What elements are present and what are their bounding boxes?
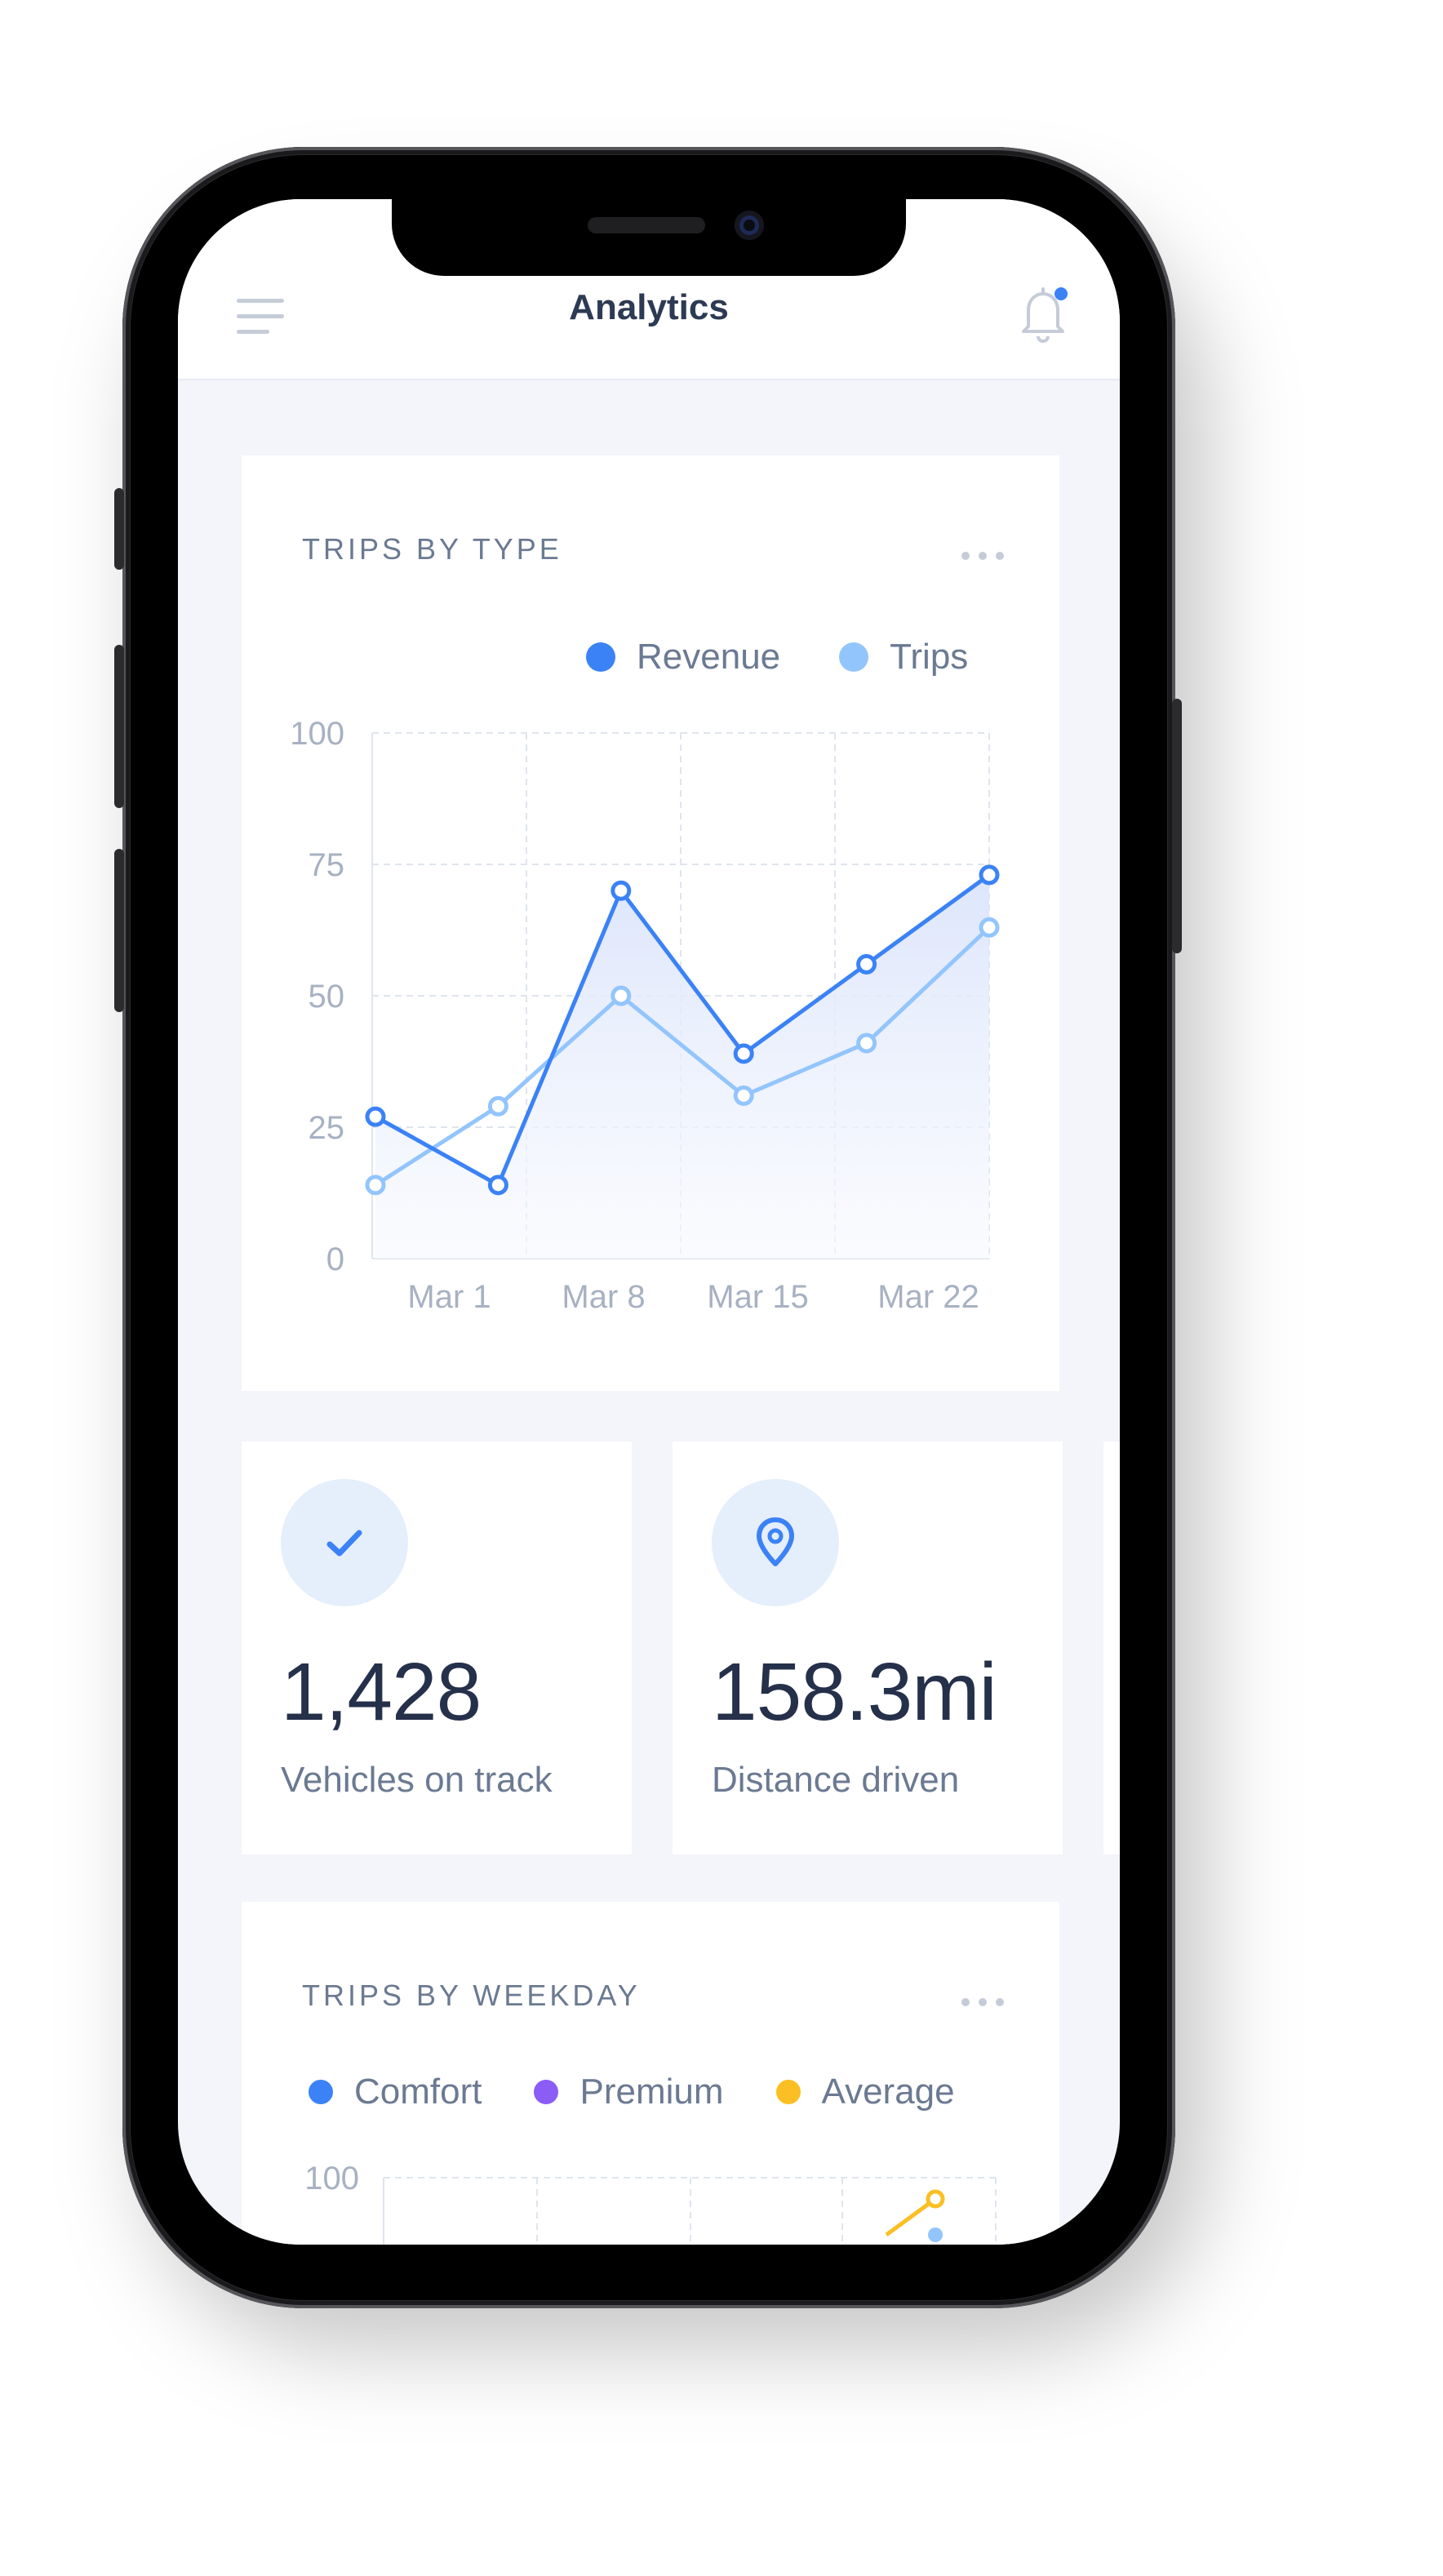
legend-label: Revenue bbox=[637, 637, 781, 677]
x-tick-label: Mar 8 bbox=[562, 1279, 645, 1315]
stat-card-distance[interactable]: 158.3mi Distance driven bbox=[673, 1441, 1063, 1854]
stat-card-vehicles[interactable]: 1,428 Vehicles on track bbox=[242, 1441, 632, 1854]
legend-swatch bbox=[839, 642, 869, 672]
chart-legend: Comfort Premium Average bbox=[309, 2072, 955, 2112]
stat-icon-circle bbox=[281, 1479, 408, 1606]
legend-swatch bbox=[775, 2080, 801, 2104]
stat-label: Vehicles on track bbox=[281, 1760, 553, 1800]
trips-point bbox=[979, 917, 1000, 938]
legend-item-premium[interactable]: Premium bbox=[534, 2072, 724, 2112]
revenue-area bbox=[375, 874, 989, 1259]
y-tick-label: 0 bbox=[326, 1241, 344, 1277]
trips-point bbox=[856, 1033, 877, 1054]
x-tick-label: Mar 15 bbox=[707, 1279, 809, 1315]
legend-swatch bbox=[309, 2080, 333, 2104]
notification-dot bbox=[1054, 287, 1068, 300]
card-title: TRIPS BY WEEKDAY bbox=[302, 1979, 641, 2012]
legend-label: Premium bbox=[579, 2072, 724, 2112]
front-camera bbox=[735, 211, 764, 240]
average-point bbox=[926, 2189, 945, 2209]
legend-swatch bbox=[586, 642, 615, 672]
legend-item-average[interactable]: Average bbox=[775, 2072, 955, 2112]
trips-by-weekday-card: TRIPS BY WEEKDAY Comfort Premium Average… bbox=[242, 1902, 1059, 2245]
revenue-point bbox=[365, 1106, 386, 1127]
legend-label: Average bbox=[821, 2072, 955, 2112]
more-options-icon[interactable] bbox=[960, 1996, 1006, 2008]
speaker-grille bbox=[588, 217, 705, 233]
legend-label: Trips bbox=[890, 637, 969, 677]
trips-by-type-chart: 0 25 50 75 100 Mar 1 Mar 8 Mar 15 Mar 22 bbox=[290, 716, 1000, 1315]
revenue-point bbox=[610, 880, 632, 901]
trips-point bbox=[487, 1095, 508, 1117]
notch bbox=[392, 199, 906, 276]
notification-bell-icon[interactable] bbox=[1010, 281, 1076, 346]
map-pin-icon bbox=[757, 1517, 794, 1566]
y-tick-label: 100 bbox=[304, 2161, 359, 2196]
more-options-icon[interactable] bbox=[960, 550, 1006, 562]
trips-by-type-card: TRIPS BY TYPE Revenue Trips 0 25 50 75 100 Ma… bbox=[242, 455, 1059, 1391]
revenue-point bbox=[733, 1043, 754, 1064]
trips-point bbox=[365, 1175, 386, 1196]
y-tick-label: 25 bbox=[309, 1110, 345, 1146]
revenue-point bbox=[487, 1175, 508, 1196]
phone-screen: Analytics TRIPS BY TYPE Revenue Trips 0 … bbox=[178, 199, 1120, 2245]
stat-value: 158.3mi bbox=[712, 1646, 997, 1738]
trips-point bbox=[733, 1085, 754, 1106]
y-tick-label: 50 bbox=[309, 979, 345, 1015]
card-title: TRIPS BY TYPE bbox=[302, 532, 562, 566]
check-icon bbox=[326, 1530, 362, 1557]
stat-card-partial[interactable] bbox=[1103, 1441, 1120, 1854]
page-title: Analytics bbox=[569, 287, 729, 327]
revenue-point bbox=[979, 864, 1000, 886]
comfort-point bbox=[928, 2227, 943, 2242]
power-button bbox=[1172, 699, 1182, 953]
legend-item-comfort[interactable]: Comfort bbox=[309, 2072, 482, 2112]
x-tick-label: Mar 22 bbox=[877, 1279, 979, 1315]
stat-icon-circle bbox=[712, 1479, 839, 1606]
revenue-point bbox=[856, 953, 877, 975]
trips-by-weekday-chart: 100 bbox=[304, 2161, 997, 2245]
stat-label: Distance driven bbox=[712, 1760, 960, 1800]
trips-point bbox=[610, 985, 632, 1006]
legend-swatch bbox=[534, 2080, 559, 2104]
stat-value: 1,428 bbox=[281, 1646, 482, 1738]
legend-item-revenue[interactable]: Revenue bbox=[586, 637, 780, 677]
y-tick-label: 100 bbox=[290, 716, 344, 752]
legend-item-trips[interactable]: Trips bbox=[839, 637, 968, 677]
volume-up-button bbox=[114, 645, 124, 808]
legend-label: Comfort bbox=[354, 2072, 482, 2112]
volume-down-button bbox=[114, 849, 124, 1012]
chart-legend: Revenue Trips bbox=[586, 637, 968, 677]
mute-switch bbox=[114, 488, 124, 570]
x-tick-label: Mar 1 bbox=[407, 1279, 491, 1315]
y-tick-label: 75 bbox=[309, 847, 345, 883]
